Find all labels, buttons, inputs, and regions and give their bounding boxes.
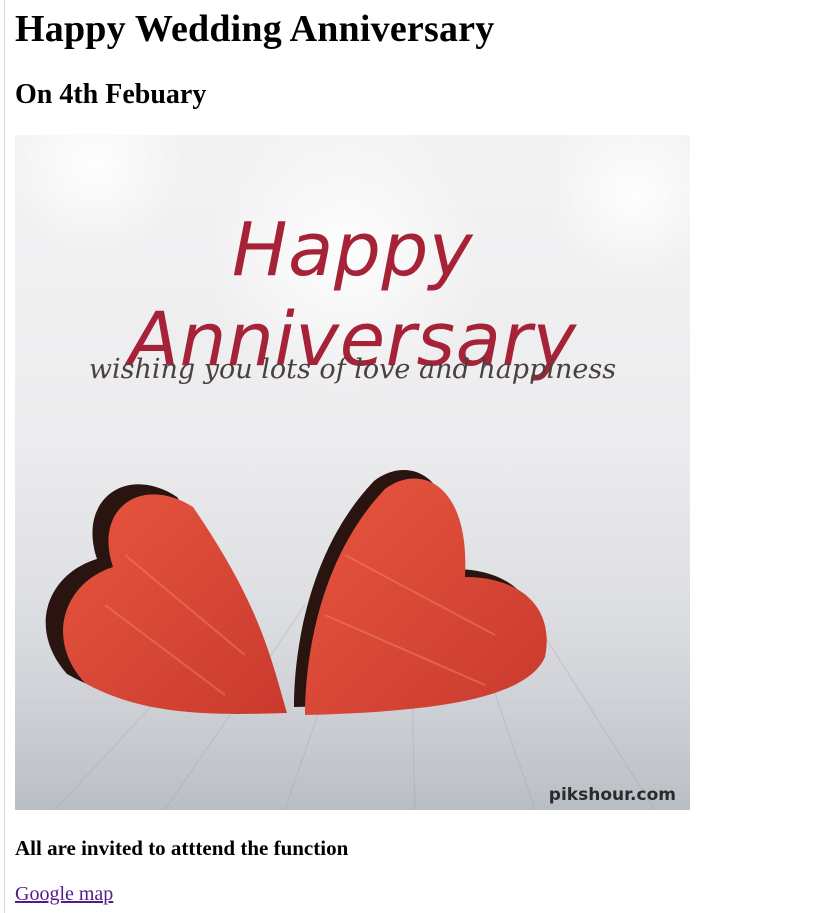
- right-heart: [305, 478, 547, 715]
- invitation-text: All are invited to atttend the function: [15, 836, 349, 860]
- page-content: Happy Wedding Anniversary On 4th Febuary: [15, 0, 825, 906]
- page-left-border: [4, 0, 5, 913]
- google-map-link[interactable]: Google map: [15, 882, 113, 906]
- page-subheading: On 4th Febuary: [15, 79, 207, 110]
- page-heading: Happy Wedding Anniversary: [15, 8, 495, 50]
- card-watermark: pikshour.com: [548, 785, 676, 805]
- card-subtitle-text: wishing you lots of love and happiness: [88, 354, 617, 385]
- anniversary-card-image: Happy Anniversary wishing you lots of lo…: [15, 135, 690, 810]
